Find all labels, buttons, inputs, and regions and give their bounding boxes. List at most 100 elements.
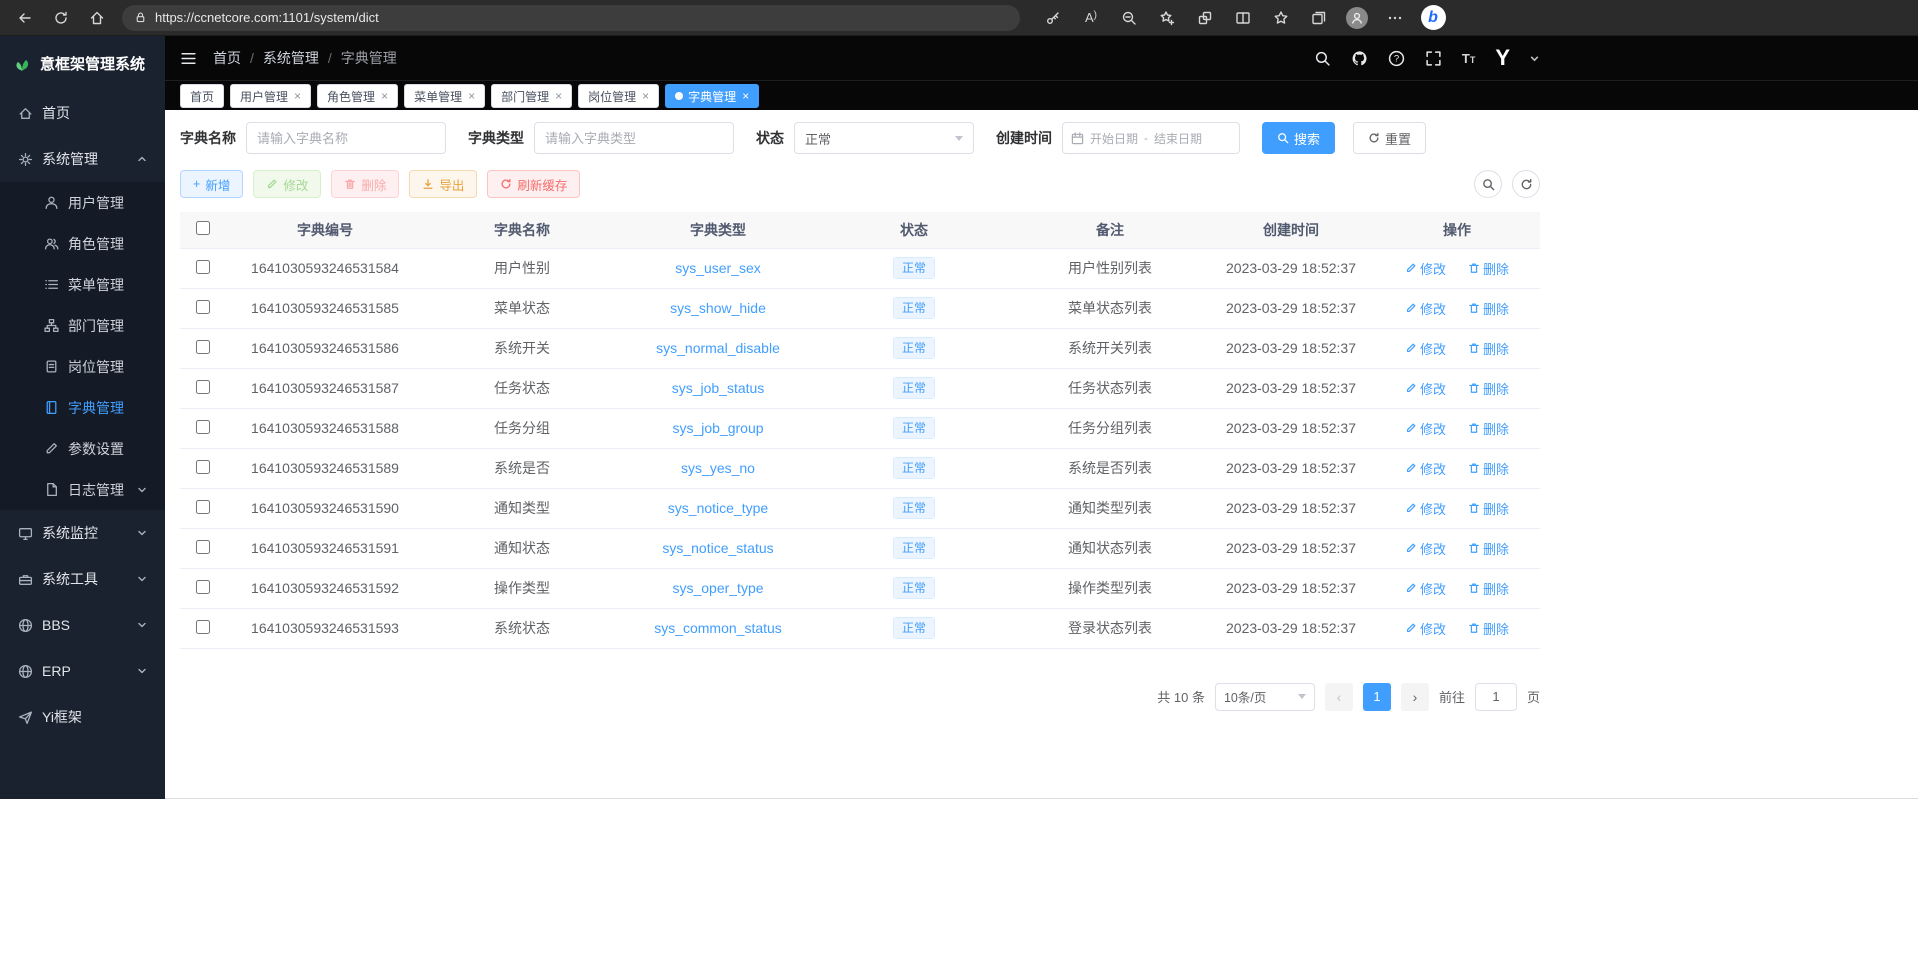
- read-aloud-button[interactable]: A): [1076, 4, 1106, 32]
- row-delete-link[interactable]: 删除: [1468, 259, 1509, 278]
- dict-name-input[interactable]: [246, 122, 446, 154]
- tab-menu-mgmt[interactable]: 菜单管理 ×: [404, 84, 485, 108]
- zoom-button[interactable]: [1114, 4, 1144, 32]
- browser-home-button[interactable]: [80, 4, 114, 32]
- add-button[interactable]: + 新增: [180, 170, 243, 198]
- row-edit-link[interactable]: 修改: [1405, 579, 1446, 598]
- tab-dept-mgmt[interactable]: 部门管理 ×: [491, 84, 572, 108]
- date-range-picker[interactable]: 开始日期 - 结束日期: [1062, 122, 1240, 154]
- close-icon[interactable]: ×: [555, 89, 562, 103]
- edit-button[interactable]: 修改: [253, 170, 321, 198]
- row-checkbox[interactable]: [196, 340, 210, 354]
- row-checkbox[interactable]: [196, 380, 210, 394]
- dict-type-link[interactable]: sys_notice_status: [662, 540, 773, 556]
- row-checkbox[interactable]: [196, 420, 210, 434]
- row-checkbox[interactable]: [196, 300, 210, 314]
- sidebar-item-post-mgmt[interactable]: 岗位管理: [0, 346, 165, 387]
- sidebar-item-erp[interactable]: ERP: [0, 648, 165, 694]
- address-bar[interactable]: https://ccnetcore.com:1101/system/dict: [122, 5, 1020, 31]
- sidebar-item-home[interactable]: 首页: [0, 90, 165, 136]
- github-icon[interactable]: [1351, 50, 1368, 67]
- password-key-button[interactable]: [1038, 4, 1068, 32]
- dict-type-link[interactable]: sys_notice_type: [668, 500, 768, 516]
- row-edit-link[interactable]: 修改: [1405, 339, 1446, 358]
- search-button[interactable]: 搜索: [1262, 122, 1335, 154]
- sidebar-item-role-mgmt[interactable]: 角色管理: [0, 223, 165, 264]
- dict-type-link[interactable]: sys_common_status: [654, 620, 782, 636]
- select-all-checkbox[interactable]: [196, 221, 210, 235]
- close-icon[interactable]: ×: [642, 89, 649, 103]
- dict-type-link[interactable]: sys_show_hide: [670, 300, 766, 316]
- split-screen-button[interactable]: [1228, 4, 1258, 32]
- row-edit-link[interactable]: 修改: [1405, 499, 1446, 518]
- dict-type-link[interactable]: sys_oper_type: [672, 580, 763, 596]
- collections-button[interactable]: [1304, 4, 1334, 32]
- sidebar-item-log-mgmt[interactable]: 日志管理: [0, 469, 165, 510]
- row-checkbox[interactable]: [196, 260, 210, 274]
- sidebar-item-dict-mgmt[interactable]: 字典管理: [0, 387, 165, 428]
- row-edit-link[interactable]: 修改: [1405, 419, 1446, 438]
- sidebar-item-system-tools[interactable]: 系统工具: [0, 556, 165, 602]
- row-delete-link[interactable]: 删除: [1468, 379, 1509, 398]
- tab-role-mgmt[interactable]: 角色管理 ×: [317, 84, 398, 108]
- close-icon[interactable]: ×: [468, 89, 475, 103]
- row-delete-link[interactable]: 删除: [1468, 459, 1509, 478]
- close-icon[interactable]: ×: [742, 89, 749, 103]
- row-delete-link[interactable]: 删除: [1468, 619, 1509, 638]
- row-delete-link[interactable]: 删除: [1468, 419, 1509, 438]
- sidebar-item-system-monitor[interactable]: 系统监控: [0, 510, 165, 556]
- browser-refresh-button[interactable]: [44, 4, 78, 32]
- sidebar-collapse-button[interactable]: [180, 50, 197, 67]
- dict-type-link[interactable]: sys_job_status: [672, 380, 765, 396]
- browser-menu-button[interactable]: [1380, 4, 1410, 32]
- row-delete-link[interactable]: 删除: [1468, 339, 1509, 358]
- row-edit-link[interactable]: 修改: [1405, 619, 1446, 638]
- row-edit-link[interactable]: 修改: [1405, 259, 1446, 278]
- row-edit-link[interactable]: 修改: [1405, 299, 1446, 318]
- row-edit-link[interactable]: 修改: [1405, 379, 1446, 398]
- dict-type-link[interactable]: sys_job_group: [672, 420, 763, 436]
- tab-dict-mgmt[interactable]: 字典管理 ×: [665, 84, 759, 108]
- dict-type-link[interactable]: sys_yes_no: [681, 460, 755, 476]
- sidebar-item-bbs[interactable]: BBS: [0, 602, 165, 648]
- prev-page-button[interactable]: ‹: [1325, 683, 1353, 711]
- row-delete-link[interactable]: 删除: [1468, 579, 1509, 598]
- dict-type-link[interactable]: sys_normal_disable: [656, 340, 780, 356]
- row-edit-link[interactable]: 修改: [1405, 459, 1446, 478]
- favorites-button[interactable]: [1266, 4, 1296, 32]
- row-delete-link[interactable]: 删除: [1468, 539, 1509, 558]
- page-size-select[interactable]: 10条/页: [1215, 683, 1315, 711]
- page-number-1[interactable]: 1: [1363, 683, 1391, 711]
- refresh-cache-button[interactable]: 刷新缓存: [487, 170, 580, 198]
- sidebar-item-menu-mgmt[interactable]: 菜单管理: [0, 264, 165, 305]
- reset-button[interactable]: 重置: [1353, 122, 1426, 154]
- dict-type-input[interactable]: [534, 122, 734, 154]
- export-button[interactable]: 导出: [409, 170, 477, 198]
- row-delete-link[interactable]: 删除: [1468, 299, 1509, 318]
- row-checkbox[interactable]: [196, 500, 210, 514]
- close-icon[interactable]: ×: [294, 89, 301, 103]
- row-checkbox[interactable]: [196, 460, 210, 474]
- refresh-table-button[interactable]: [1512, 170, 1540, 198]
- help-icon[interactable]: ?: [1388, 50, 1405, 67]
- goto-page-input[interactable]: [1475, 683, 1517, 711]
- search-icon[interactable]: [1314, 50, 1331, 67]
- delete-button[interactable]: 删除: [331, 170, 399, 198]
- add-favorite-button[interactable]: [1152, 4, 1182, 32]
- copilot-sidebar-button[interactable]: b: [1418, 4, 1448, 32]
- breadcrumb-home[interactable]: 首页: [213, 48, 241, 68]
- toggle-search-button[interactable]: [1474, 170, 1502, 198]
- next-page-button[interactable]: ›: [1401, 683, 1429, 711]
- breadcrumb-system[interactable]: 系统管理: [263, 48, 319, 68]
- row-delete-link[interactable]: 删除: [1468, 499, 1509, 518]
- row-edit-link[interactable]: 修改: [1405, 539, 1446, 558]
- sidebar-item-system-mgmt[interactable]: 系统管理: [0, 136, 165, 182]
- tab-user-mgmt[interactable]: 用户管理 ×: [230, 84, 311, 108]
- browser-profile-button[interactable]: [1342, 4, 1372, 32]
- close-icon[interactable]: ×: [381, 89, 388, 103]
- row-checkbox[interactable]: [196, 580, 210, 594]
- dict-type-link[interactable]: sys_user_sex: [675, 260, 761, 276]
- row-checkbox[interactable]: [196, 620, 210, 634]
- status-select[interactable]: 正常: [794, 122, 974, 154]
- row-checkbox[interactable]: [196, 540, 210, 554]
